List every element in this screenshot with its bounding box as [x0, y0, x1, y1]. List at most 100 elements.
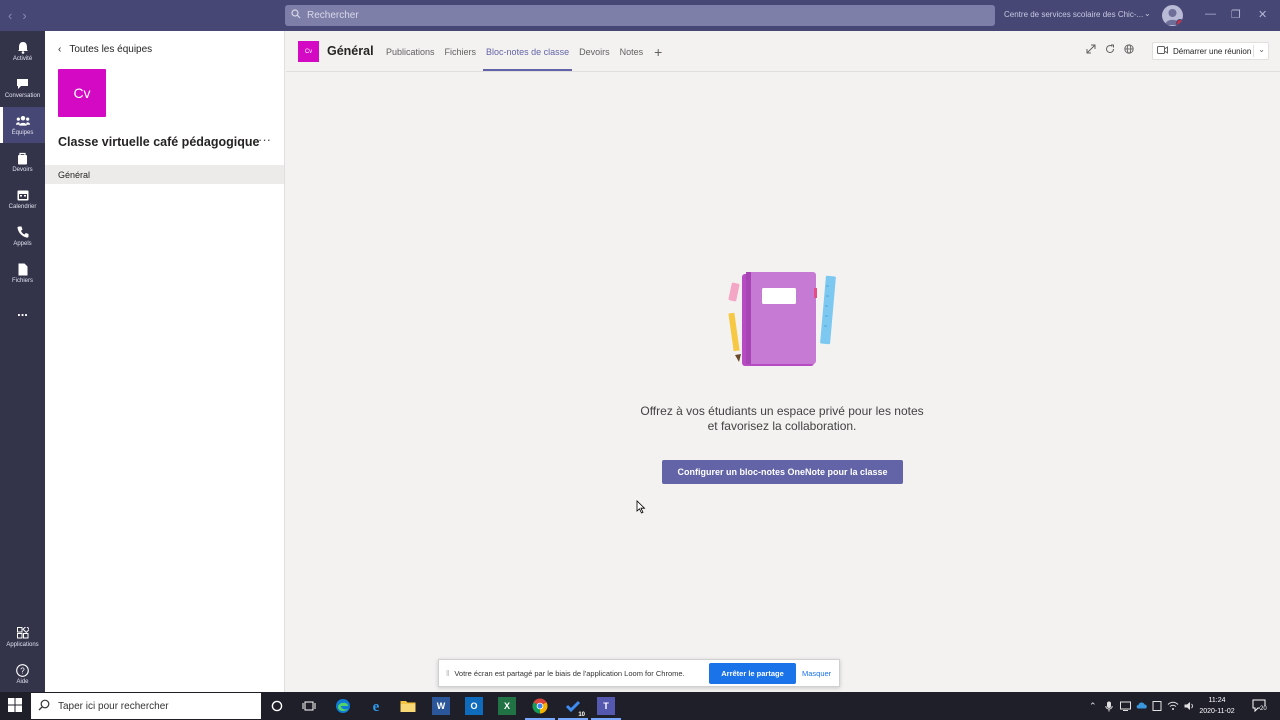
globe-icon[interactable] — [1124, 44, 1134, 57]
search-icon — [291, 9, 305, 22]
apps-icon — [16, 626, 30, 640]
file-explorer-icon[interactable] — [399, 697, 417, 715]
tab-assignments[interactable]: Devoirs — [574, 31, 615, 72]
tab-files[interactable]: Fichiers — [440, 31, 482, 72]
rail-item-files[interactable]: Fichiers — [0, 255, 45, 291]
close-icon[interactable]: ✕ — [1258, 8, 1267, 21]
chevron-left-icon: ‹ — [58, 44, 62, 55]
refresh-icon[interactable] — [1105, 44, 1115, 57]
more-icon: ... — [17, 303, 28, 319]
rail-item-chat[interactable]: Conversation — [0, 70, 45, 106]
expand-icon[interactable] — [1086, 44, 1096, 57]
outlook-icon[interactable]: O — [465, 697, 483, 715]
rail-label: Équipes — [11, 130, 34, 136]
chat-icon — [16, 77, 30, 91]
action-center-icon[interactable]: 20 — [1252, 699, 1267, 714]
pencil-icon — [728, 312, 741, 362]
forward-arrow-icon[interactable]: › — [22, 8, 26, 23]
chevron-down-icon[interactable]: ⌄ — [1258, 45, 1265, 54]
notebook-icon — [742, 272, 817, 366]
empty-state-text-line1: Offrez à vos étudiants un espace privé p… — [640, 404, 924, 418]
clock-time: 11:24 — [1208, 697, 1226, 704]
channel-item-general[interactable]: Général — [45, 165, 284, 184]
all-teams-link[interactable]: ‹ Toutes les équipes — [58, 44, 152, 55]
maximize-icon[interactable]: ❐ — [1231, 8, 1241, 21]
team-more-options-icon[interactable]: ··· — [258, 132, 271, 147]
calendar-icon — [16, 188, 30, 202]
empty-state-text-line2: et favorisez la collaboration. — [707, 419, 857, 433]
tray-chevron-up-icon[interactable]: ⌃ — [1089, 701, 1097, 712]
video-camera-icon — [1157, 46, 1168, 56]
task-view-icon[interactable] — [300, 697, 318, 715]
search-input[interactable]: Rechercher — [285, 5, 995, 26]
team-avatar: Cv — [58, 69, 106, 117]
stop-sharing-button[interactable]: Arrêter le partage — [709, 663, 796, 684]
rail-item-more[interactable]: ... — [0, 293, 45, 329]
notebook-illustration — [728, 272, 836, 366]
clock-date: 2020-11-02 — [1199, 708, 1235, 715]
onedrive-icon[interactable] — [1136, 701, 1148, 711]
button-divider — [1253, 45, 1254, 57]
avatar[interactable] — [1162, 5, 1183, 26]
taskbar-search-placeholder: Taper ici pour rechercher — [58, 700, 169, 712]
title-bar: ‹ › Rechercher Centre de services scolai… — [0, 0, 1280, 31]
visual-studio-icon[interactable]: 10 — [558, 697, 588, 720]
network-icon[interactable] — [1120, 701, 1131, 713]
internet-explorer-icon[interactable]: e — [367, 697, 385, 715]
edge-icon[interactable] — [334, 697, 352, 715]
history-nav: ‹ › — [8, 8, 27, 23]
rail-label: Devoirs — [12, 167, 33, 173]
ruler-icon — [820, 275, 836, 345]
rail-item-apps[interactable]: Applications — [0, 619, 45, 655]
cortana-icon[interactable] — [268, 697, 286, 715]
chevron-down-icon[interactable]: ⌄ — [1144, 9, 1151, 18]
volume-icon[interactable] — [1184, 701, 1195, 713]
search-placeholder: Rechercher — [307, 10, 359, 21]
files-icon — [16, 262, 30, 276]
teams-icon — [15, 114, 30, 128]
excel-icon[interactable]: X — [498, 697, 516, 715]
wifi-icon[interactable] — [1167, 701, 1179, 713]
system-clock[interactable]: 11:24 2020-11-02 — [1199, 695, 1235, 717]
windows-taskbar: Taper ici pour rechercher e W O X 10 T ⌃ — [0, 692, 1280, 720]
back-arrow-icon[interactable]: ‹ — [8, 8, 12, 23]
channel-header: Cv Général Publications Fichiers Bloc-no… — [286, 31, 1280, 72]
microphone-icon[interactable] — [1105, 701, 1113, 714]
drag-handle-icon[interactable]: ‖ — [446, 669, 449, 678]
share-message: Votre écran est partagé par le biais de … — [454, 668, 685, 678]
rail-item-assignments[interactable]: Devoirs — [0, 144, 45, 180]
tenant-name[interactable]: Centre de services scolaire des Chic-... — [1004, 10, 1143, 19]
chrome-icon[interactable] — [525, 697, 555, 720]
word-icon[interactable]: W — [432, 697, 450, 715]
screen-share-bar: ‖ Votre écran est partagé par le biais d… — [438, 659, 840, 687]
taskbar-search-input[interactable]: Taper ici pour rechercher — [31, 693, 261, 719]
team-name: Classe virtuelle café pédagogique — [58, 135, 260, 149]
rail-item-help[interactable]: ? Aide — [0, 656, 45, 692]
rail-item-calls[interactable]: Appels — [0, 218, 45, 254]
tab-class-notebook[interactable]: Bloc-notes de classe — [481, 31, 574, 72]
rail-label: Appels — [13, 241, 32, 247]
app-rail: Activité Conversation Équipes Devoirs Ca… — [0, 31, 45, 692]
phone-icon — [16, 225, 30, 239]
rail-item-activity[interactable]: Activité — [0, 33, 45, 69]
app-badge: 10 — [577, 712, 586, 718]
start-meeting-button[interactable]: Démarrer une réunion ⌄ — [1152, 42, 1269, 60]
setup-onenote-notebook-button[interactable]: Configurer un bloc-notes OneNote pour la… — [662, 460, 903, 484]
channel-title: Général — [327, 44, 374, 58]
tablet-icon[interactable] — [1152, 701, 1162, 713]
tab-publications[interactable]: Publications — [381, 31, 440, 72]
minimize-icon[interactable]: — — [1205, 8, 1216, 20]
windows-start-icon[interactable] — [8, 698, 22, 717]
rail-label: Aide — [16, 679, 29, 685]
notification-count: 20 — [1260, 706, 1267, 712]
tab-grades[interactable]: Notes — [615, 31, 649, 72]
start-meeting-label: Démarrer une réunion — [1173, 46, 1252, 56]
teams-app-icon[interactable]: T — [591, 697, 621, 720]
hide-link[interactable]: Masquer — [802, 669, 831, 678]
help-icon: ? — [16, 663, 30, 677]
rail-item-calendar[interactable]: Calendrier — [0, 181, 45, 217]
presence-busy-icon — [1176, 19, 1183, 26]
rail-item-teams[interactable]: Équipes — [0, 107, 45, 143]
rail-label: Applications — [6, 642, 39, 648]
add-tab-button[interactable]: + — [648, 31, 668, 72]
